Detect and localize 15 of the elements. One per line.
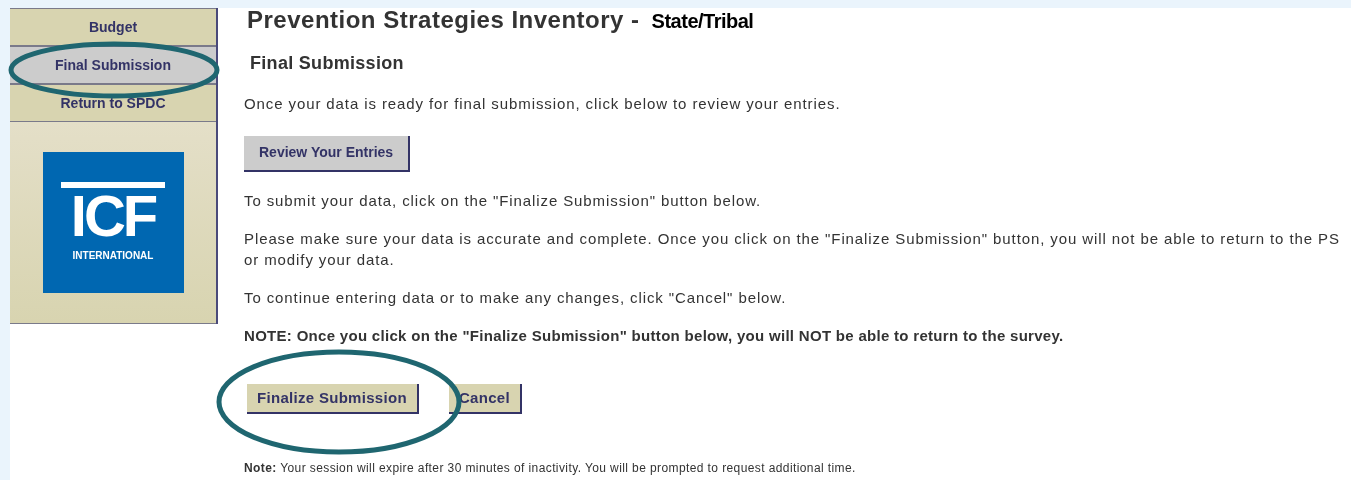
review-entries-button[interactable]: Review Your Entries: [244, 135, 411, 172]
warning-text: NOTE: Once you click on the "Finalize Submission" button below, you will NOT be able to return to the survey.: [244, 325, 1065, 346]
session-note: Note: Your session will expire after 30 minutes of inactivity. You will be prompted to request additional time.: [244, 459, 857, 477]
logo-letters: ICF: [70, 190, 156, 242]
sidebar-item[interactable]: Budget: [10, 8, 216, 46]
title-tag: State/Tribal: [651, 6, 754, 36]
instruction-text: To continue entering data or to make any changes, click "Cancel" below.: [244, 287, 788, 308]
instruction-text: To submit your data, click on the "Finalize Submission" button below.: [244, 190, 763, 211]
form-button[interactable]: Finalize Submission: [247, 383, 419, 414]
form-button[interactable]: Cancel: [448, 383, 522, 414]
intro-text: Once your data is ready for final submission, click below to review your entries.: [244, 94, 842, 114]
logo-tagline: INTERNATIONAL: [72, 249, 154, 263]
page-title: Prevention Strategies Inventory -: [247, 5, 640, 35]
instruction-text: Please make sure your data is accurate and complete. Once you click on the "Finalize Submission" button, you will not be able to return to the PS or modify your data.: [244, 228, 1341, 270]
section-heading: Final Submission: [250, 52, 405, 75]
